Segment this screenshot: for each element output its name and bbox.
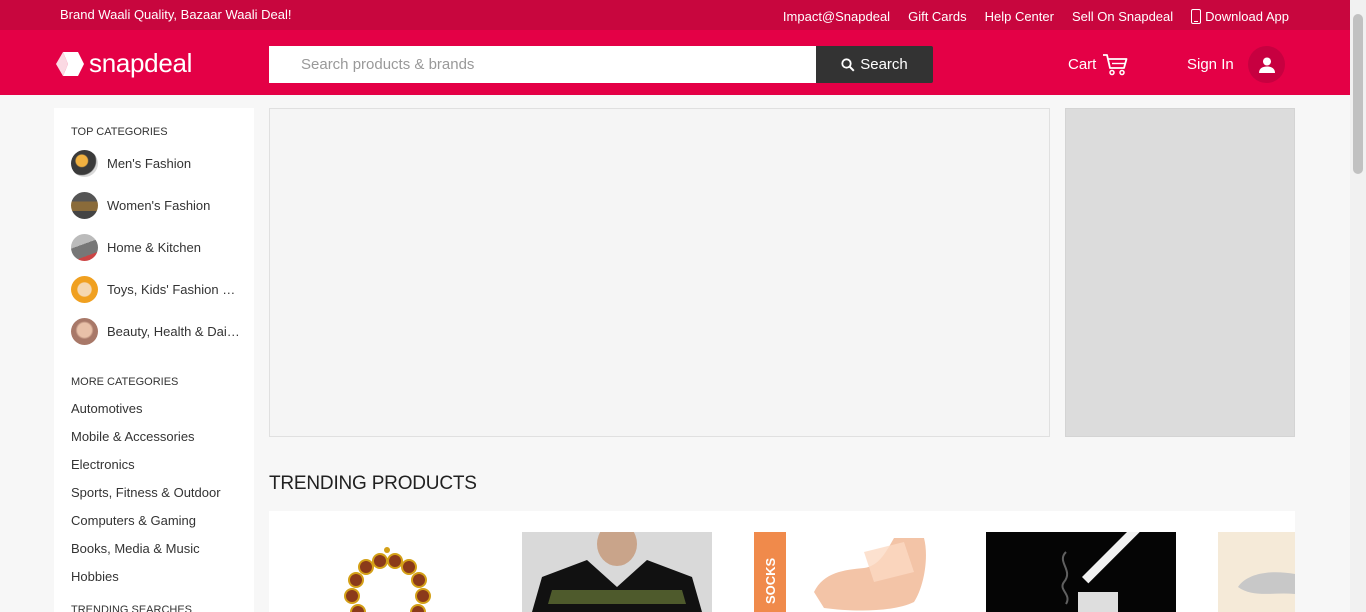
cart-icon <box>1103 54 1128 76</box>
category-mens-fashion[interactable]: Men's Fashion <box>54 142 254 184</box>
trending-products-title: TRENDING PRODUCTS <box>269 473 477 494</box>
product-image <box>344 547 431 612</box>
toys-kids-thumbnail <box>71 275 98 303</box>
trending-products-carousel: SOCKS <box>269 511 1295 612</box>
snapdeal-logo[interactable]: snapdeal <box>54 48 192 79</box>
category-label: Men's Fashion <box>107 155 192 171</box>
top-bar: Brand Waali Quality, Bazaar Waali Deal! … <box>0 0 1350 30</box>
logo-text: snapdeal <box>89 48 193 78</box>
product-image <box>986 532 1176 612</box>
main-header: snapdeal Search products & brands Search… <box>0 30 1350 95</box>
category-mobile-accessories[interactable]: Mobile & Accessories <box>54 422 254 450</box>
category-label: Toys, Kids' Fashion & more <box>107 281 242 297</box>
top-links: Impact@Snapdeal Gift Cards Help Center S… <box>783 9 1289 24</box>
svg-text:SOCKS: SOCKS <box>763 557 778 604</box>
sign-in-link[interactable]: Sign In <box>1187 56 1234 73</box>
beauty-health-thumbnail <box>71 317 98 345</box>
category-automotives[interactable]: Automotives <box>54 394 254 422</box>
main-banner-carousel[interactable] <box>269 108 1050 437</box>
product-card[interactable] <box>290 532 480 612</box>
product-image <box>1218 532 1295 612</box>
mens-fashion-thumbnail <box>71 149 98 177</box>
category-hobbies[interactable]: Hobbies <box>54 562 254 590</box>
cart-label: Cart <box>1068 55 1097 73</box>
product-image <box>522 532 712 612</box>
category-computers-gaming[interactable]: Computers & Gaming <box>54 506 254 534</box>
user-account-button[interactable] <box>1248 46 1285 83</box>
search-icon <box>841 57 855 72</box>
sell-link[interactable]: Sell On Snapdeal <box>1072 9 1173 24</box>
mobile-phone-icon <box>1191 9 1202 24</box>
top-categories-heading: TOP CATEGORIES <box>71 126 168 138</box>
category-home-kitchen[interactable]: Home & Kitchen <box>54 226 254 268</box>
category-electronics[interactable]: Electronics <box>54 450 254 478</box>
tagline: Brand Waali Quality, Bazaar Waali Deal! <box>60 7 292 22</box>
search-button-label: Search <box>860 56 908 73</box>
download-app-link[interactable]: Download App <box>1191 9 1289 24</box>
search-button[interactable]: Search <box>816 46 933 83</box>
category-sidebar: TOP CATEGORIES Men's Fashion Women's Fas… <box>54 108 254 612</box>
impact-link[interactable]: Impact@Snapdeal <box>783 9 890 24</box>
help-center-link[interactable]: Help Center <box>985 9 1054 24</box>
product-card[interactable] <box>1218 532 1295 612</box>
product-card[interactable] <box>986 532 1176 612</box>
category-sports-fitness[interactable]: Sports, Fitness & Outdoor <box>54 478 254 506</box>
category-beauty-health[interactable]: Beauty, Health & Daily Needs <box>54 310 254 352</box>
category-books-media[interactable]: Books, Media & Music <box>54 534 254 562</box>
gift-cards-link[interactable]: Gift Cards <box>908 9 967 24</box>
category-womens-fashion[interactable]: Women's Fashion <box>54 184 254 226</box>
side-banner[interactable] <box>1065 108 1295 437</box>
cart-button[interactable]: Cart <box>1068 52 1128 76</box>
product-image: SOCKS <box>754 532 926 612</box>
more-categories-heading: MORE CATEGORIES <box>71 376 179 388</box>
product-card[interactable] <box>522 532 712 612</box>
womens-fashion-thumbnail <box>71 191 98 219</box>
trending-searches-heading: TRENDING SEARCHES <box>71 604 193 612</box>
category-toys-kids[interactable]: Toys, Kids' Fashion & more <box>54 268 254 310</box>
scrollbar-thumb[interactable] <box>1353 14 1363 174</box>
home-kitchen-thumbnail <box>71 233 98 261</box>
search-input[interactable]: Search products & brands <box>269 46 816 83</box>
category-label: Home & Kitchen <box>107 239 201 255</box>
user-icon <box>1258 57 1275 73</box>
page-scrollbar[interactable] <box>1350 0 1366 612</box>
download-app-label: Download App <box>1205 9 1289 24</box>
category-label: Beauty, Health & Daily Needs <box>107 323 242 339</box>
snapdeal-logo-icon <box>56 51 84 76</box>
product-card[interactable]: SOCKS <box>754 532 944 612</box>
category-label: Women's Fashion <box>107 197 211 213</box>
